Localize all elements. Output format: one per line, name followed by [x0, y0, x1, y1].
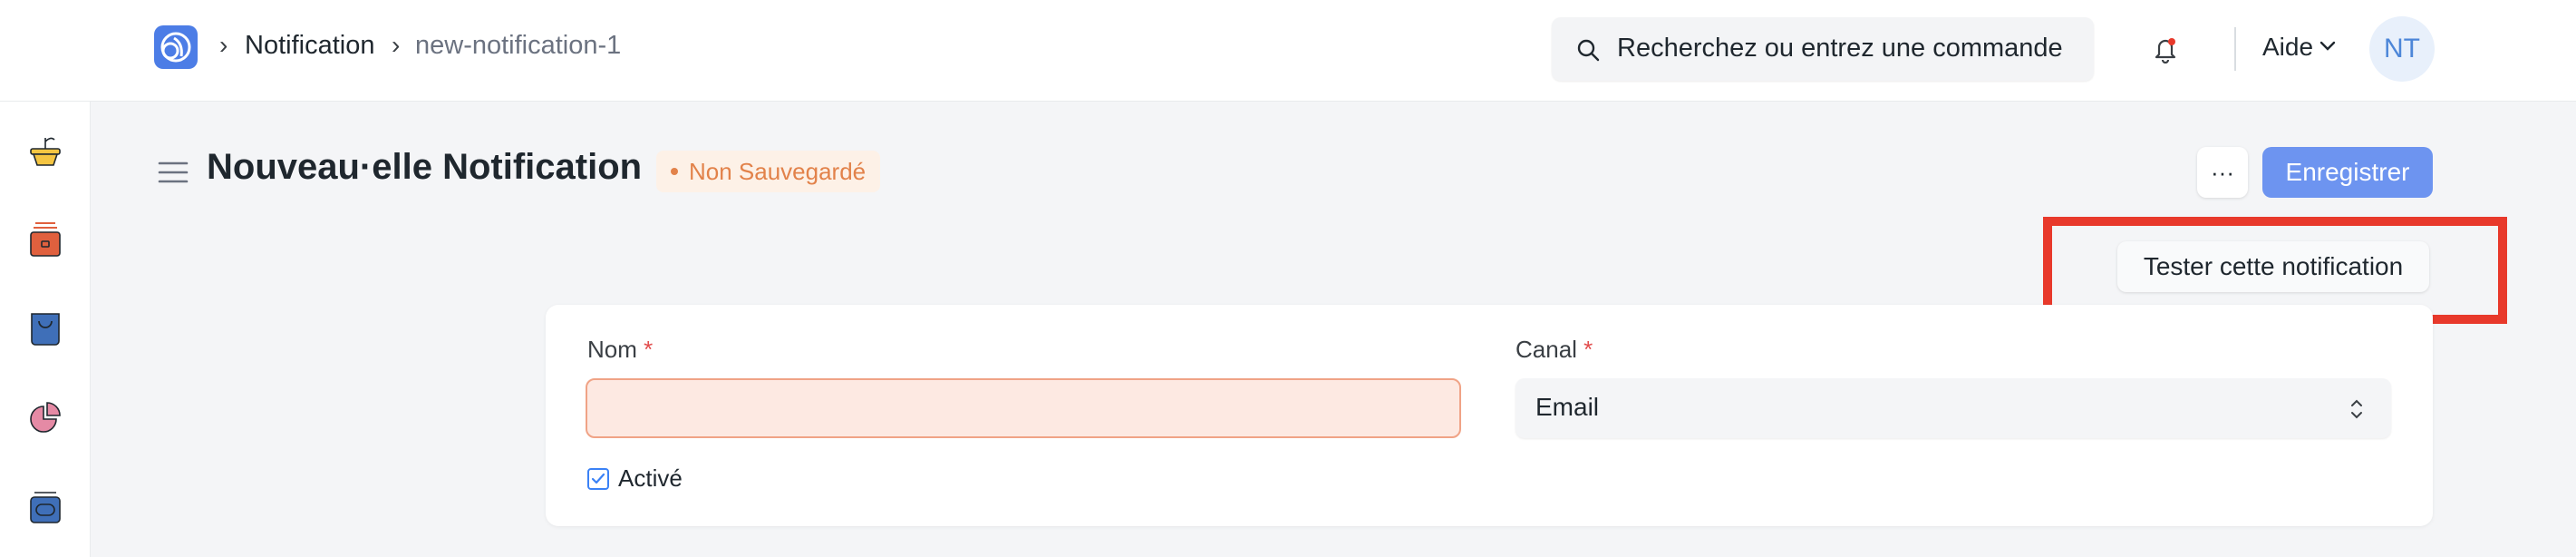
- bag-icon[interactable]: [25, 308, 65, 348]
- top-navbar: › Notification › new-notification-1 Rech…: [0, 0, 2576, 102]
- channel-field-label: Canal *: [1516, 336, 1593, 364]
- channel-select[interactable]: Email: [1516, 378, 2391, 438]
- required-marker: *: [1583, 336, 1593, 363]
- breadcrumb-current-doc: new-notification-1: [415, 31, 622, 60]
- sidebar-toggle-icon[interactable]: [158, 160, 189, 185]
- navbar-divider: [2234, 27, 2236, 71]
- app-logo[interactable]: [154, 25, 198, 69]
- help-menu[interactable]: Aide: [2262, 33, 2313, 62]
- plant-pot-icon[interactable]: [25, 131, 65, 171]
- more-actions-button[interactable]: ···: [2197, 147, 2248, 198]
- search-placeholder: Recherchez ou entrez une commande: [1617, 34, 2063, 63]
- checkmark-icon: [591, 473, 605, 484]
- channel-selected-value: Email: [1535, 393, 1600, 421]
- name-field-label: Nom *: [587, 336, 653, 364]
- chevron-down-icon[interactable]: [2319, 40, 2337, 53]
- notification-bell-icon[interactable]: [2152, 34, 2179, 64]
- enabled-checkbox-label[interactable]: Activé: [618, 464, 683, 493]
- page-title: Nouveau·elle Notification: [207, 147, 643, 187]
- breadcrumb-separator-icon: ›: [392, 31, 401, 59]
- name-field[interactable]: [586, 378, 1461, 438]
- status-badge-label: Non Sauvegardé: [689, 157, 867, 185]
- search-icon: [1577, 39, 1600, 62]
- channel-label-text: Canal: [1516, 336, 1577, 363]
- save-button[interactable]: Enregistrer: [2262, 147, 2433, 198]
- pie-chart-icon[interactable]: [25, 397, 65, 437]
- enabled-checkbox[interactable]: [587, 468, 609, 490]
- status-dot-icon: [671, 168, 678, 175]
- breadcrumb-separator-icon: ›: [219, 31, 228, 59]
- search-input[interactable]: Recherchez ou entrez une commande: [1552, 17, 2094, 81]
- stack-icon[interactable]: [25, 486, 65, 526]
- stacked-box-icon[interactable]: [25, 220, 65, 259]
- required-marker: *: [644, 336, 654, 363]
- sidebar: [0, 102, 91, 557]
- name-label-text: Nom: [587, 336, 637, 363]
- status-badge: Non Sauvegardé: [656, 151, 881, 192]
- avatar[interactable]: NT: [2369, 16, 2435, 82]
- breadcrumb-notification[interactable]: Notification: [245, 31, 374, 61]
- select-arrows-icon: [2351, 399, 2362, 419]
